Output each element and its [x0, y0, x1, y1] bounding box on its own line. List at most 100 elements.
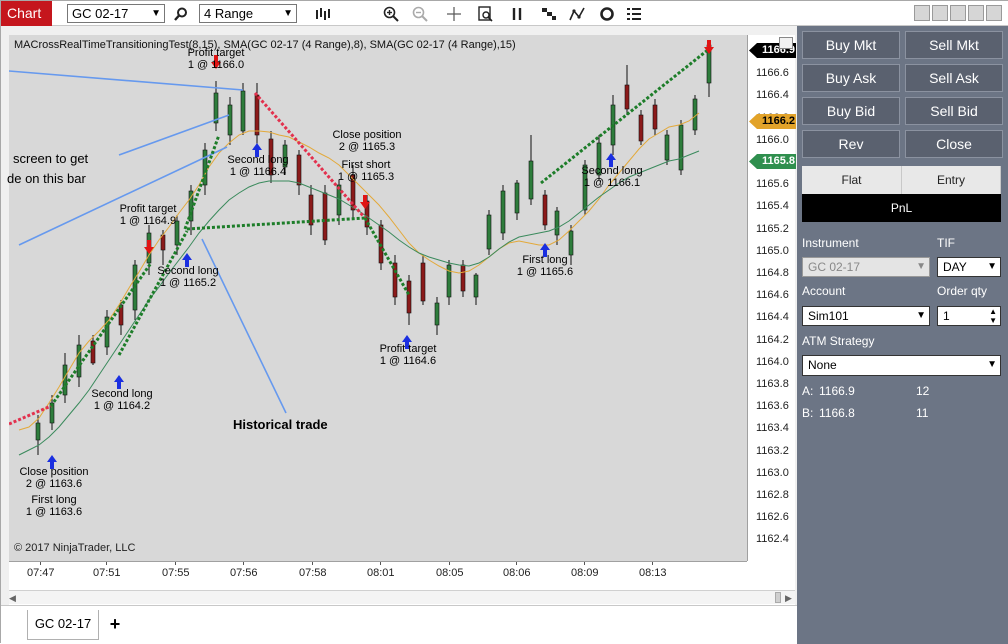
account-select[interactable]: Sim101 ▼: [802, 306, 930, 326]
reload-icon[interactable]: [597, 4, 617, 23]
interval-selector[interactable]: 4 Range ▼: [199, 4, 297, 23]
time-tick-label: 08:09: [571, 567, 599, 579]
time-tick: [175, 562, 176, 565]
crosshair-icon[interactable]: [444, 4, 464, 23]
candle-body: [254, 94, 260, 136]
time-tick: [516, 562, 517, 565]
trade-label: First short 1 @ 1165.3: [337, 159, 395, 183]
sell-arrow-icon: [144, 240, 154, 254]
time-tick: [584, 562, 585, 565]
price-tick-label: 1165.4: [756, 200, 789, 213]
sell-market-button[interactable]: Sell Mkt: [905, 31, 1003, 59]
time-tick-label: 08:05: [436, 567, 464, 579]
price-axis[interactable]: 1166.81166.61166.41166.21166.01165.81165…: [747, 35, 796, 561]
buy-ask-button[interactable]: Buy Ask: [802, 64, 900, 92]
price-tick-label: 1166.6: [756, 67, 789, 80]
price-tick-label: 1163.6: [756, 400, 789, 413]
time-tick-label: 07:47: [27, 567, 55, 579]
minimize-button[interactable]: [950, 5, 966, 21]
price-tick-label: 1165.2: [756, 222, 789, 235]
candle-body: [568, 230, 574, 256]
instrument-select: GC 02-17 ▼: [802, 257, 930, 277]
link-window-button[interactable]: [932, 5, 948, 21]
zoom-in-icon[interactable]: [381, 4, 401, 23]
bars-icon[interactable]: [313, 4, 333, 23]
candle-body: [652, 104, 658, 130]
time-tick-label: 08:01: [367, 567, 395, 579]
time-tick: [243, 562, 244, 565]
reverse-button[interactable]: Rev: [802, 130, 900, 158]
sell-ask-button[interactable]: Sell Ask: [905, 64, 1003, 92]
candle-body: [406, 280, 412, 314]
scroll-right-icon[interactable]: ▶: [785, 593, 792, 604]
drawing-tools-icon[interactable]: [567, 4, 587, 23]
trade-label: Second long 1 @ 1166.4: [227, 154, 289, 178]
price-tick-label: 1162.6: [756, 511, 789, 524]
bottom-tab-bar: GC 02-17 +: [1, 605, 797, 644]
tif-select[interactable]: DAY ▼: [937, 257, 1001, 277]
price-tick-label: 1163.0: [756, 466, 789, 479]
tab-gc-02-17[interactable]: GC 02-17: [27, 610, 99, 640]
buy-market-button[interactable]: Buy Mkt: [802, 31, 900, 59]
chevron-down-icon: ▼: [283, 8, 293, 19]
order-qty-stepper[interactable]: 1 ▲ ▼: [937, 306, 1001, 326]
chart-settings-icon[interactable]: [779, 37, 793, 49]
candle-body: [638, 114, 644, 142]
price-tick-label: 1162.4: [756, 533, 789, 546]
data-box-icon[interactable]: [475, 4, 495, 23]
price-tick-label: 1164.4: [756, 311, 789, 324]
candle-body: [554, 210, 560, 236]
price-marker-tag: 1165.8: [749, 154, 796, 169]
candle-body: [473, 274, 479, 298]
buy-bid-button[interactable]: Buy Bid: [802, 97, 900, 125]
strategy-icon[interactable]: [508, 4, 528, 23]
scrollbar-thumb[interactable]: [775, 592, 781, 603]
time-tick-label: 08:06: [503, 567, 531, 579]
time-tick-label: 08:13: [639, 567, 667, 579]
add-tab-button[interactable]: +: [101, 610, 129, 638]
candle-body: [227, 104, 233, 136]
pin-window-button[interactable]: [914, 5, 930, 21]
zoom-out-icon[interactable]: [410, 4, 430, 23]
chart-style-icon[interactable]: [539, 4, 559, 23]
trade-label: Second long 1 @ 1165.2: [157, 265, 219, 289]
copyright-text: © 2017 NinjaTrader, LLC: [14, 542, 136, 554]
price-tick-label: 1166.4: [756, 89, 789, 102]
price-tick-label: 1162.8: [756, 489, 789, 501]
scroll-left-icon[interactable]: ◀: [9, 593, 16, 604]
atm-strategy-select[interactable]: None ▼: [802, 355, 1001, 376]
candle-body: [420, 262, 426, 302]
candle-body: [322, 192, 328, 241]
sell-bid-button[interactable]: Sell Bid: [905, 97, 1003, 125]
account-label: Account: [802, 284, 846, 298]
chart-plot[interactable]: MACrossRealTimeTransitioningTest(8,15), …: [7, 35, 792, 561]
chevron-down-icon: ▼: [987, 359, 997, 370]
bid-label: B:: [802, 406, 814, 420]
stepper-arrows-icon: ▲ ▼: [989, 307, 997, 325]
time-tick: [106, 562, 107, 565]
trade-label: First long 1 @ 1163.6: [25, 494, 83, 518]
historical-trade-label: Historical trade: [233, 417, 328, 432]
candle-body: [624, 84, 630, 110]
candle-body: [35, 422, 41, 441]
instrument-selector[interactable]: GC 02-17 ▼: [67, 4, 165, 23]
properties-icon[interactable]: [624, 4, 644, 23]
close-position-button[interactable]: Close: [905, 130, 1003, 158]
time-tick: [449, 562, 450, 565]
time-axis[interactable]: 07:47 07:51 07:55 07:56 07:58 08:01 08:05 08:06…: [9, 561, 747, 589]
horizontal-scrollbar[interactable]: ◀ ▶: [9, 590, 795, 604]
atm-strategy-label: ATM Strategy: [802, 334, 875, 348]
trade-label: Second long 1 @ 1164.2: [91, 388, 153, 412]
maximize-button[interactable]: [968, 5, 984, 21]
candle-body: [76, 344, 82, 378]
chart-area: MACrossRealTimeTransitioningTest(8,15), …: [7, 35, 796, 605]
tif-label: TIF: [937, 236, 955, 250]
price-tick-label: 1163.2: [756, 444, 789, 457]
ask-price: 1166.9: [819, 384, 855, 398]
close-window-button[interactable]: [986, 5, 1002, 21]
trade-label: Profit target 1 @ 1164.6: [379, 343, 437, 367]
chart-title: MACrossRealTimeTransitioningTest(8,15), …: [14, 39, 516, 51]
search-icon[interactable]: [171, 4, 191, 23]
chart-tab[interactable]: Chart: [1, 1, 52, 26]
pnl-display: PnL: [802, 194, 1001, 222]
